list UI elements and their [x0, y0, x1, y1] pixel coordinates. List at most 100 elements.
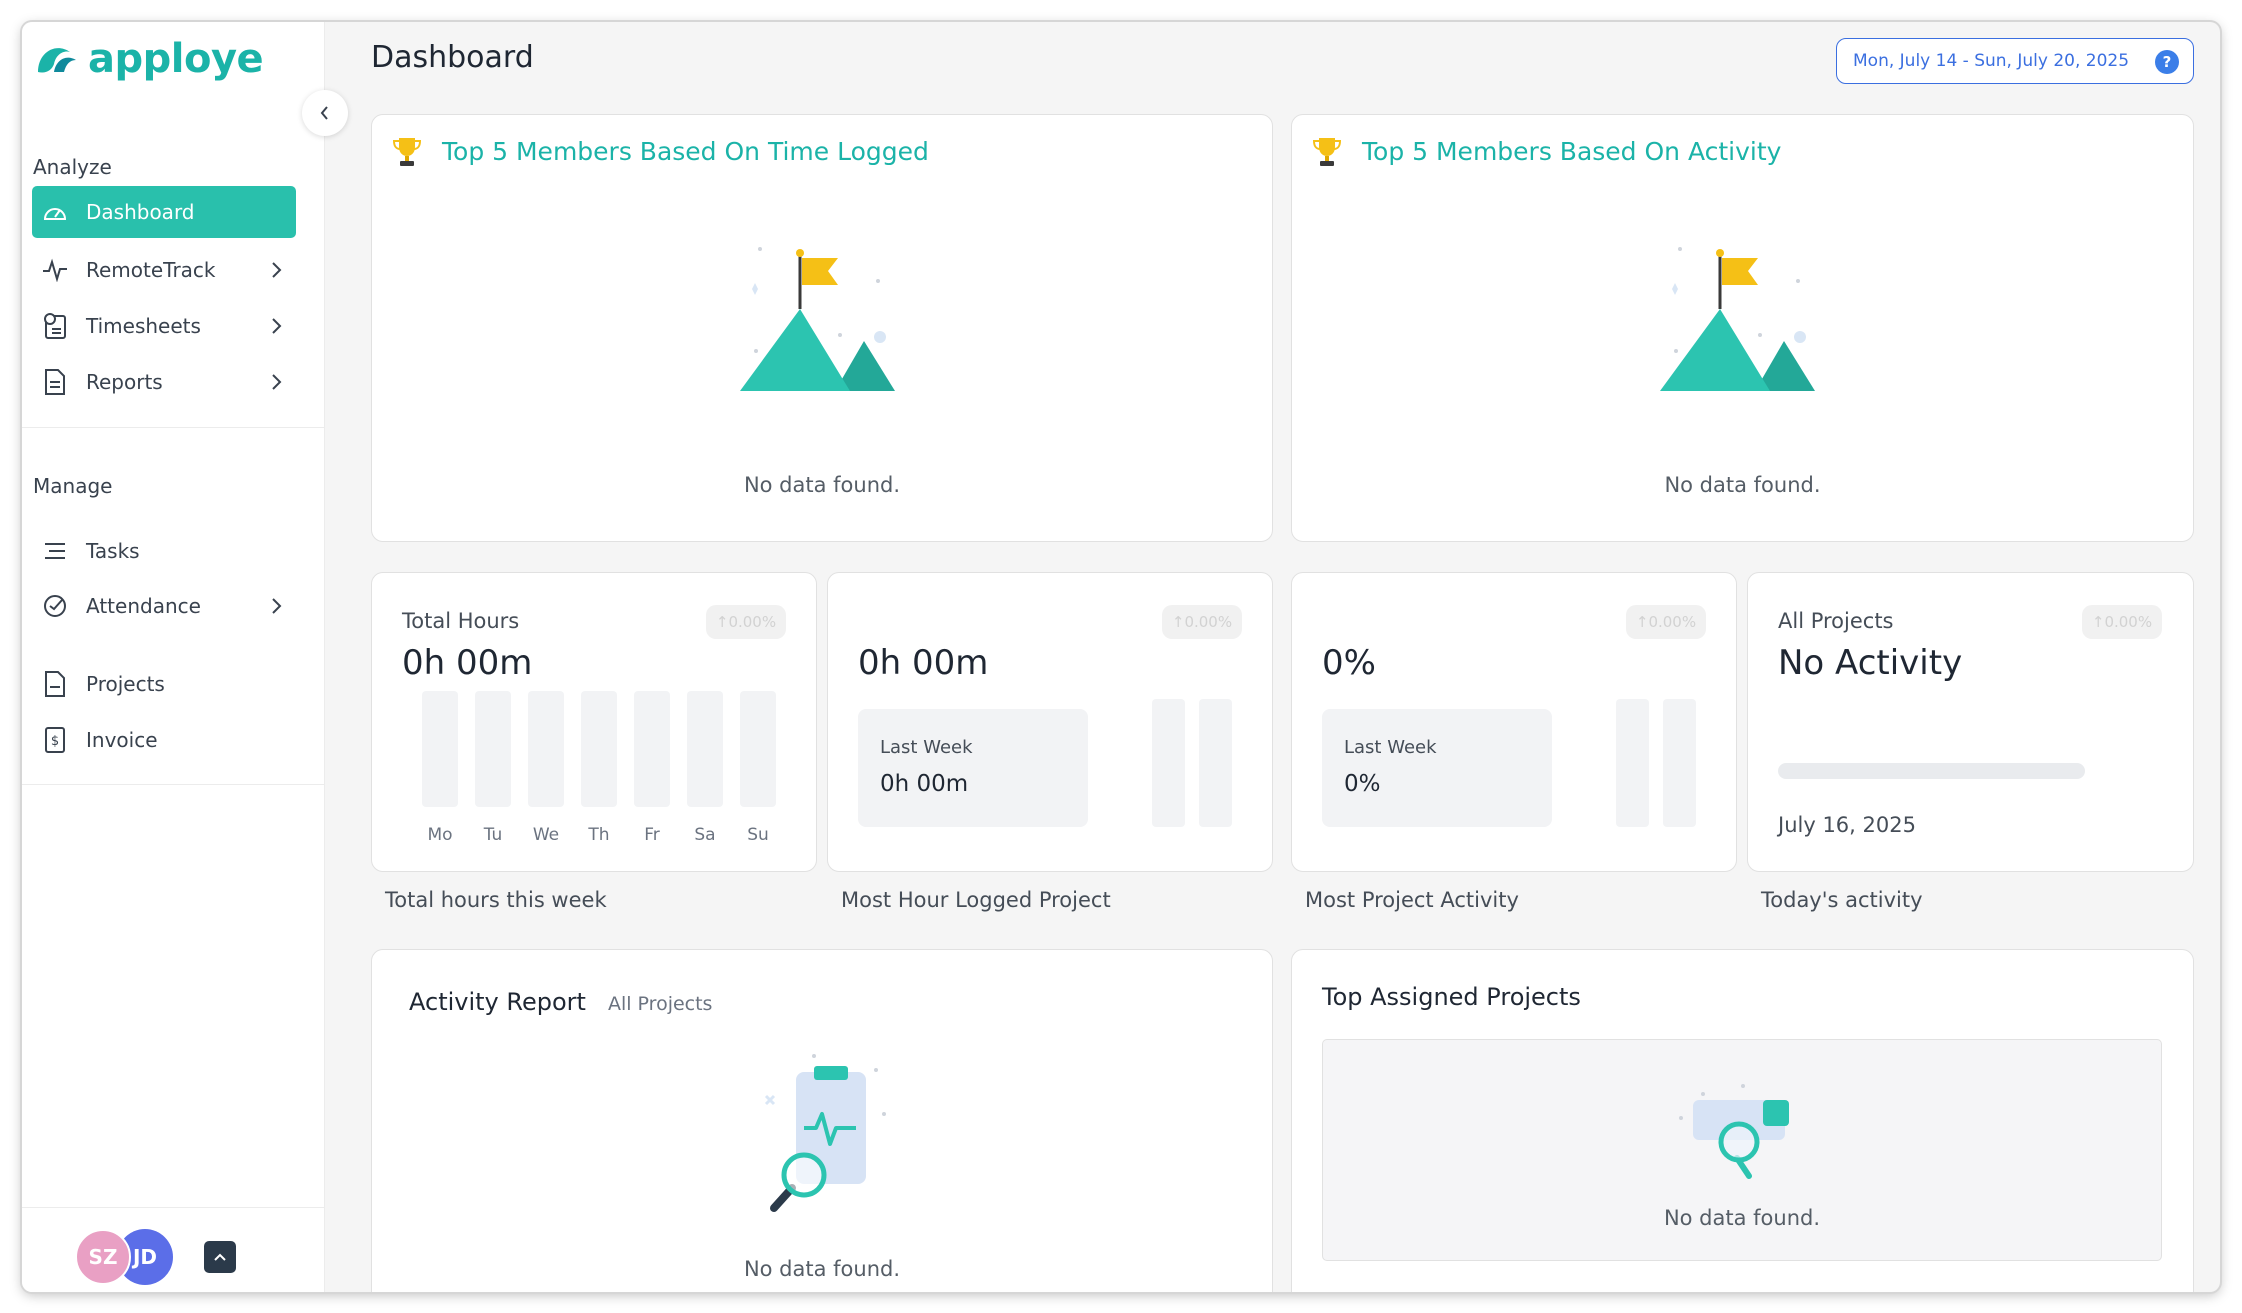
chevron-up-icon: [214, 1253, 226, 1261]
sidebar-footer: JD SZ: [22, 1207, 325, 1292]
chevron-right-icon: [272, 262, 282, 278]
date-range-picker[interactable]: Mon, July 14 - Sun, July 20, 2025 ?: [1836, 38, 2194, 84]
stat-caption: Most Hour Logged Project: [841, 888, 1111, 912]
activity-report-card: Activity Report All Projects No data fou…: [371, 949, 1273, 1292]
card-title: Top 5 Members Based On Activity: [1362, 136, 1782, 166]
stat-value: 0h 00m: [858, 643, 989, 683]
activity-progress-bar: [1778, 763, 2085, 779]
sidebar-item-attendance[interactable]: Attendance: [32, 580, 296, 632]
activity-search-illustration: [764, 1054, 886, 1212]
svg-text:$: $: [51, 734, 59, 749]
sidebar-item-invoice[interactable]: $ Invoice: [32, 714, 296, 766]
project-filter[interactable]: All Projects: [608, 993, 713, 1015]
stat-value: 0h 00m: [402, 643, 533, 683]
stat-caption: Today's activity: [1761, 888, 1923, 912]
last-week-label: Last Week: [1344, 737, 1437, 758]
tasks-icon: [40, 536, 70, 566]
card-title: Activity Report: [409, 988, 586, 1016]
logo-icon: [38, 48, 76, 73]
card-header: Top 5 Members Based On Activity: [1312, 135, 1781, 167]
most-hour-project-card[interactable]: 0h 00m ↑0.00% Last Week 0h 00m: [827, 572, 1273, 872]
day-bar: [740, 691, 776, 807]
sidebar: apploye Analyze Dashboard RemoteTrack Ti…: [22, 22, 325, 1292]
mountain-flag-illustration: [740, 247, 895, 391]
last-week-box: Last Week 0h 00m: [858, 709, 1088, 827]
stat-label: Total Hours: [402, 609, 520, 633]
collapse-sidebar-button[interactable]: [302, 90, 348, 136]
comparison-bar: [1152, 699, 1185, 827]
total-hours-card[interactable]: Total Hours 0h 00m ↑0.00% Mo Tu We Th Fr…: [371, 572, 817, 872]
stat-caption: Most Project Activity: [1305, 888, 1519, 912]
timesheet-icon: [40, 311, 70, 341]
day-label: Mo: [427, 825, 453, 845]
sidebar-item-timesheets[interactable]: Timesheets: [32, 300, 296, 352]
date-range-text: Mon, July 14 - Sun, July 20, 2025: [1853, 51, 2130, 71]
day-bar: [687, 691, 723, 807]
most-project-activity-card[interactable]: 0% ↑0.00% Last Week 0%: [1291, 572, 1737, 872]
chevron-right-icon: [272, 374, 282, 390]
trophy-icon: [1312, 138, 1342, 166]
expand-button[interactable]: [204, 1241, 236, 1273]
sidebar-item-label: Projects: [86, 672, 165, 696]
app-window: apploye Analyze Dashboard RemoteTrack Ti…: [22, 22, 2220, 1292]
help-icon[interactable]: ?: [2155, 50, 2179, 74]
day-label: Fr: [644, 825, 660, 845]
card-title: Top Assigned Projects: [1322, 983, 1581, 1011]
invoice-icon: $: [40, 725, 70, 755]
mountain-flag-illustration: [1660, 247, 1815, 391]
app-logo[interactable]: apploye: [34, 36, 264, 82]
day-bar: [634, 691, 670, 807]
sidebar-item-reports[interactable]: Reports: [32, 356, 296, 408]
stat-label: All Projects: [1778, 609, 1894, 633]
empty-state-text: No data found.: [743, 473, 901, 497]
sidebar-item-dashboard[interactable]: Dashboard: [32, 186, 296, 238]
day-label: We: [532, 825, 560, 845]
card-header: Activity Report All Projects: [409, 988, 712, 1016]
sidebar-item-remotetrack[interactable]: RemoteTrack: [32, 244, 296, 296]
sidebar-item-label: Attendance: [86, 594, 201, 618]
todays-activity-card[interactable]: All Projects No Activity ↑0.00% July 16,…: [1747, 572, 2194, 872]
day-label: Su: [747, 825, 769, 845]
day-label: Sa: [694, 825, 716, 845]
change-badge: ↑0.00%: [706, 605, 786, 639]
change-badge: ↑0.00%: [1162, 605, 1242, 639]
comparison-bar: [1616, 699, 1649, 827]
chevron-right-icon: [272, 598, 282, 614]
empty-state-text: No data found.: [1663, 1206, 1821, 1230]
top-assigned-projects-card: Top Assigned Projects No data found.: [1291, 949, 2194, 1292]
stat-caption: Total hours this week: [385, 888, 607, 912]
empty-state-text: No data found.: [1664, 473, 1821, 497]
sidebar-item-label: Invoice: [86, 728, 158, 752]
card-header: Top 5 Members Based On Time Logged: [392, 135, 929, 167]
pulse-icon: [40, 255, 70, 285]
day-bar: [422, 691, 458, 807]
attendance-icon: [40, 591, 70, 621]
projects-icon: [40, 669, 70, 699]
avatar[interactable]: SZ: [75, 1229, 131, 1285]
comparison-bar: [1199, 699, 1232, 827]
logo-text: apploye: [88, 36, 264, 82]
stat-value: No Activity: [1778, 643, 1963, 683]
empty-state-text: No data found.: [743, 1257, 901, 1281]
change-badge: ↑0.00%: [1626, 605, 1706, 639]
empty-state-panel: No data found.: [1322, 1039, 2162, 1261]
sidebar-item-label: Reports: [86, 370, 163, 394]
chevron-right-icon: [272, 318, 282, 334]
sidebar-divider: [22, 427, 325, 428]
change-badge: ↑0.00%: [2082, 605, 2162, 639]
day-label: Tu: [483, 825, 503, 845]
card-title: Top 5 Members Based On Time Logged: [442, 136, 929, 166]
last-week-box: Last Week 0%: [1322, 709, 1552, 827]
sidebar-item-label: Tasks: [86, 539, 140, 563]
section-analyze: Analyze: [33, 155, 112, 179]
last-week-value: 0h 00m: [880, 771, 969, 797]
top-members-activity-card: Top 5 Members Based On Activity No data …: [1291, 114, 2194, 542]
stat-value: 0%: [1322, 643, 1376, 683]
sidebar-divider: [22, 784, 325, 785]
last-week-value: 0%: [1344, 771, 1381, 797]
sidebar-item-tasks[interactable]: Tasks: [32, 525, 296, 577]
search-projects-illustration: [1679, 1084, 1789, 1179]
comparison-bar: [1663, 699, 1696, 827]
dashboard-icon: [40, 197, 70, 227]
sidebar-item-projects[interactable]: Projects: [32, 658, 296, 710]
